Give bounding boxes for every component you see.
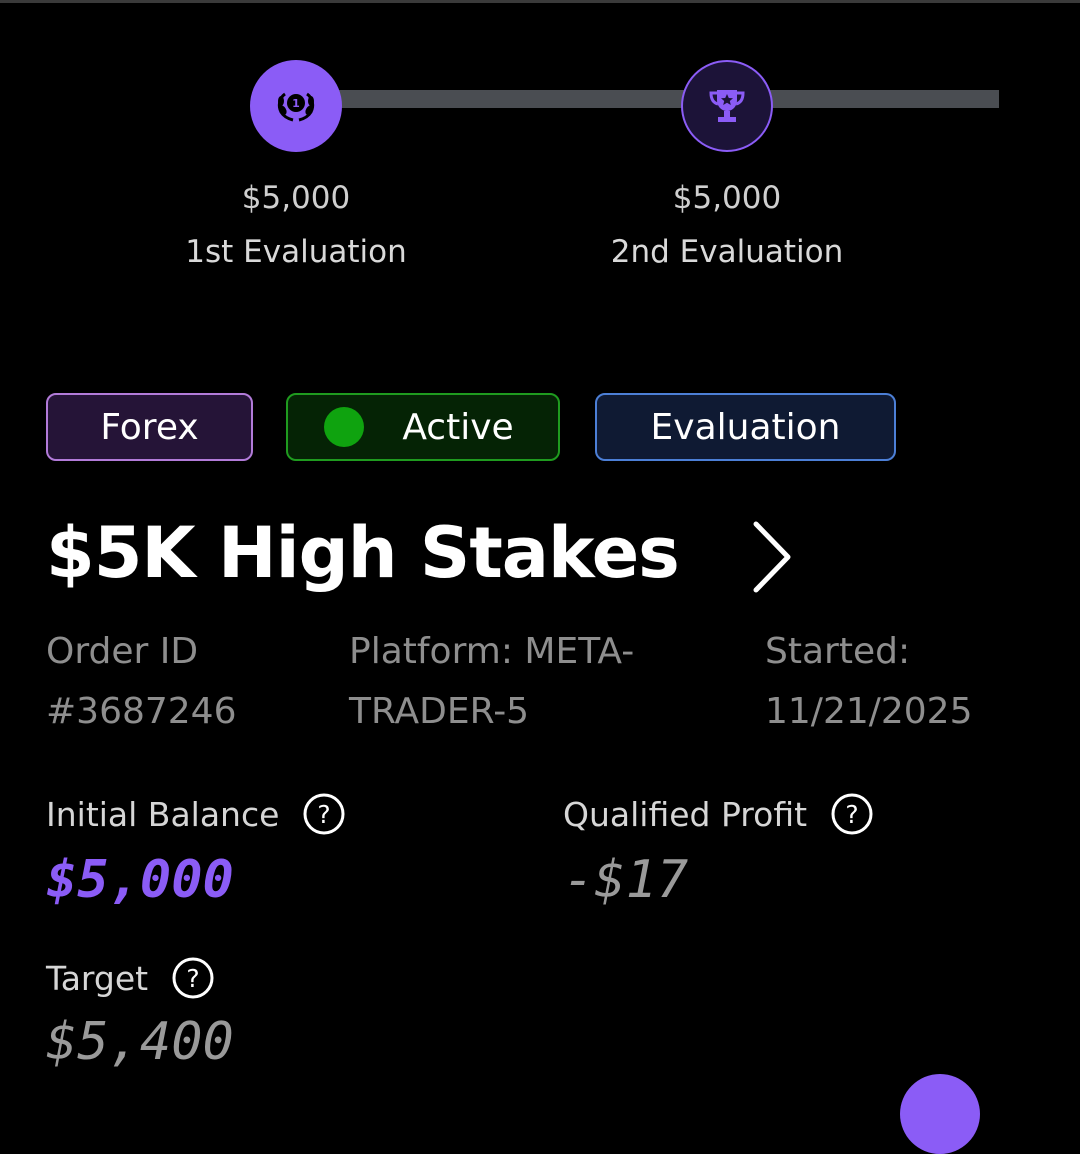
forex-badge-label: Forex [100, 406, 199, 448]
platform-line-2: TRADER-5 [349, 691, 530, 732]
platform-line-1: Platform: META- [349, 631, 635, 672]
progress-track-segment-1 [296, 90, 727, 108]
help-icon[interactable]: ? [172, 957, 214, 999]
target-value: $5,400 [46, 1012, 234, 1072]
active-badge-label: Active [402, 406, 514, 448]
laurel-medal-icon: 1 [277, 92, 315, 122]
active-status-badge: Active [286, 393, 560, 461]
floating-action-button[interactable] [900, 1074, 980, 1154]
step-1-amount: $5,000 [241, 180, 351, 216]
qualified-profit-value: -$17 [563, 850, 689, 910]
evaluation-badge: Evaluation [595, 393, 896, 461]
svg-text:?: ? [318, 800, 331, 829]
order-id-value: #3687246 [46, 691, 237, 732]
target-label: Target [46, 958, 149, 998]
step-2-circle[interactable] [681, 60, 773, 152]
svg-text:?: ? [845, 800, 858, 829]
order-id-label: Order ID [46, 631, 199, 672]
initial-balance-label: Initial Balance [46, 794, 280, 834]
svg-text:1: 1 [292, 97, 300, 110]
top-border [0, 0, 1080, 3]
forex-badge: Forex [46, 393, 253, 461]
initial-balance-label-row: Initial Balance ? [46, 793, 345, 835]
active-status-dot-icon [324, 407, 365, 447]
qualified-profit-label-row: Qualified Profit ? [563, 793, 873, 835]
step-2-amount: $5,000 [672, 180, 782, 216]
help-icon[interactable]: ? [303, 793, 345, 835]
initial-balance-value: $5,000 [46, 850, 234, 910]
step-1-label: 1st Evaluation [185, 234, 407, 270]
svg-text:?: ? [186, 964, 199, 993]
order-id-block: Order ID #3687246 [46, 622, 237, 742]
step-1-circle[interactable]: 1 [250, 60, 342, 152]
chevron-right-icon[interactable] [746, 520, 796, 594]
started-block: Started: 11/21/2025 [765, 622, 973, 742]
platform-block: Platform: META- TRADER-5 [349, 622, 634, 742]
trophy-icon [709, 90, 745, 122]
target-label-row: Target ? [46, 957, 214, 999]
started-label: Started: [765, 631, 911, 672]
evaluation-badge-label: Evaluation [650, 406, 841, 448]
qualified-profit-label: Qualified Profit [563, 794, 808, 834]
help-icon[interactable]: ? [831, 793, 873, 835]
step-2-label: 2nd Evaluation [610, 234, 844, 270]
account-title[interactable]: $5K High Stakes [46, 512, 680, 594]
started-date: 11/21/2025 [765, 691, 973, 732]
